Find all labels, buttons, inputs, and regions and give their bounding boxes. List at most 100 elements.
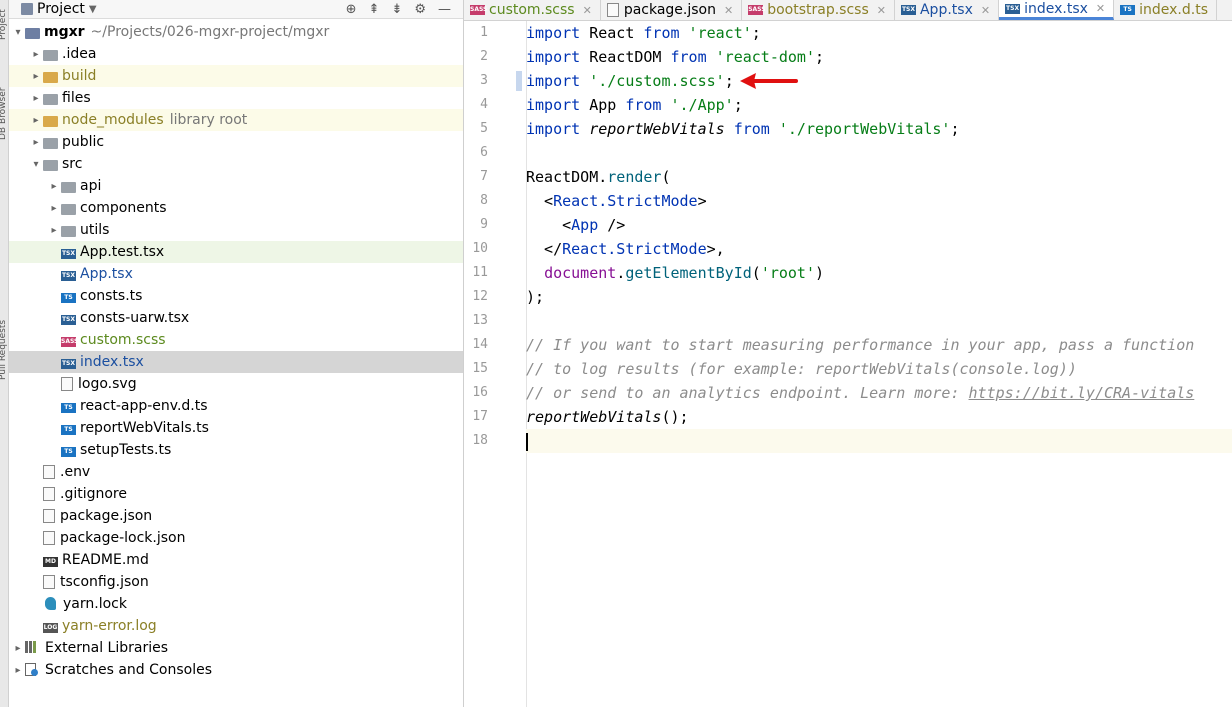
line-number: 3: [480, 73, 488, 88]
code-line-12[interactable]: );: [526, 285, 1232, 309]
code-line-3[interactable]: import './custom.scss';: [526, 69, 1232, 93]
tree-row[interactable]: TSX consts-uarw.tsx: [9, 307, 463, 329]
tree-row[interactable]: TS setupTests.ts: [9, 439, 463, 461]
tree-row[interactable]: ▸ files: [9, 87, 463, 109]
tree-item-label: tsconfig.json: [60, 574, 149, 590]
chevron-right-icon[interactable]: ▸: [47, 225, 61, 236]
code-line-2[interactable]: import ReactDOM from 'react-dom';: [526, 45, 1232, 69]
comment-link[interactable]: https://bit.ly/CRA-vitals: [969, 384, 1195, 402]
gear-icon[interactable]: ⚙: [414, 2, 426, 17]
file-icon: [43, 575, 55, 589]
tree-row[interactable]: SASS custom.scss: [9, 329, 463, 351]
tree-row[interactable]: ▸ build: [9, 65, 463, 87]
tree-row[interactable]: TS reportWebVitals.ts: [9, 417, 463, 439]
chevron-right-icon[interactable]: ▸: [47, 203, 61, 214]
close-icon[interactable]: ✕: [724, 4, 733, 17]
punctuation: />: [598, 216, 626, 234]
editor-tab[interactable]: SASS bootstrap.scss ✕: [742, 0, 895, 20]
tree-row[interactable]: TSX App.tsx: [9, 263, 463, 285]
md-file-icon: MD: [43, 557, 58, 567]
folder-icon: [61, 181, 76, 193]
code-line-18[interactable]: [526, 429, 1232, 453]
locate-icon[interactable]: ⊕: [346, 2, 357, 17]
chevron-right-icon[interactable]: ▸: [29, 49, 43, 60]
tree-row[interactable]: ▸ utils: [9, 219, 463, 241]
code-line-11[interactable]: document.getElementById('root'): [526, 261, 1232, 285]
chevron-right-icon[interactable]: ▸: [29, 115, 43, 126]
close-icon[interactable]: ✕: [1096, 2, 1105, 15]
code-line-6[interactable]: [526, 141, 1232, 165]
ts-file-icon: TS: [61, 425, 76, 435]
close-icon[interactable]: ✕: [981, 4, 990, 17]
code-line-15[interactable]: // to log results (for example: reportWe…: [526, 357, 1232, 381]
tree-row[interactable]: .gitignore: [9, 483, 463, 505]
tree-row[interactable]: package.json: [9, 505, 463, 527]
tree-row[interactable]: ▸ node_modules library root: [9, 109, 463, 131]
tree-row[interactable]: .env: [9, 461, 463, 483]
code-line-14[interactable]: // If you want to start measuring perfor…: [526, 333, 1232, 357]
tree-row[interactable]: TS react-app-env.d.ts: [9, 395, 463, 417]
keyword: import: [526, 24, 581, 42]
tree-item-label: components: [80, 200, 167, 216]
strip-label-project[interactable]: Project: [0, 0, 8, 40]
line-number: 2: [480, 49, 488, 64]
code-line-10[interactable]: </React.StrictMode>,: [526, 237, 1232, 261]
close-icon[interactable]: ✕: [583, 4, 592, 17]
chevron-down-icon[interactable]: ▾: [11, 27, 25, 38]
chevron-right-icon[interactable]: ▸: [29, 71, 43, 82]
tree-row[interactable]: ▸ .idea: [9, 43, 463, 65]
chevron-right-icon[interactable]: ▸: [29, 93, 43, 104]
tree-row[interactable]: TS consts.ts: [9, 285, 463, 307]
code-line-16[interactable]: // or send to an analytics endpoint. Lea…: [526, 381, 1232, 405]
tree-item-label: files: [62, 90, 91, 106]
tree-row[interactable]: ▸ External Libraries: [9, 637, 463, 659]
strip-label-db-browser[interactable]: DB Browser: [0, 80, 8, 140]
expand-all-icon[interactable]: ⇞: [369, 2, 380, 17]
code-line-9[interactable]: <App />: [526, 213, 1232, 237]
tree-row[interactable]: ▸ components: [9, 197, 463, 219]
code-line-5[interactable]: import reportWebVitals from './reportWeb…: [526, 117, 1232, 141]
tree-row[interactable]: ▸ public: [9, 131, 463, 153]
editor-tab[interactable]: package.json ✕: [601, 0, 743, 20]
sass-file-icon: SASS: [748, 5, 766, 15]
tree-row[interactable]: package-lock.json: [9, 527, 463, 549]
hide-icon[interactable]: —: [438, 2, 451, 17]
chevron-right-icon[interactable]: ▸: [29, 137, 43, 148]
string-literal: './App': [661, 96, 734, 114]
tree-row[interactable]: ▸ api: [9, 175, 463, 197]
tree-row[interactable]: ▸ Scratches and Consoles: [9, 659, 463, 681]
chevron-right-icon[interactable]: ▸: [47, 181, 61, 192]
strip-label-pull-requests[interactable]: Pull Requests: [0, 290, 8, 380]
collapse-all-icon[interactable]: ⇟: [391, 2, 402, 17]
code-line-17[interactable]: reportWebVitals();: [526, 405, 1232, 429]
tree-row[interactable]: ▾ mgxr ~/Projects/026-mgxr-project/mgxr: [9, 21, 463, 43]
chevron-down-icon[interactable]: ▾: [29, 159, 43, 170]
project-view-selector[interactable]: Project ▼: [21, 1, 97, 17]
folder-icon: [43, 49, 58, 61]
tree-row[interactable]: TSX index.tsx: [9, 351, 463, 373]
file-icon: [606, 3, 619, 17]
code-line-8[interactable]: <React.StrictMode>: [526, 189, 1232, 213]
tree-row[interactable]: tsconfig.json: [9, 571, 463, 593]
keyword: import: [526, 72, 581, 90]
tree-row[interactable]: ▾ src: [9, 153, 463, 175]
code-line-4[interactable]: import App from './App';: [526, 93, 1232, 117]
code-line-7[interactable]: ReactDOM.render(: [526, 165, 1232, 189]
editor-tab[interactable]: TSX App.tsx ✕: [895, 0, 1000, 20]
editor-tab[interactable]: TSX index.tsx ✕: [999, 0, 1115, 20]
chevron-right-icon[interactable]: ▸: [11, 665, 25, 676]
project-panel-title: Project: [37, 1, 85, 17]
tree-row[interactable]: logo.svg: [9, 373, 463, 395]
editor-tab[interactable]: SASS custom.scss ✕: [464, 0, 601, 20]
tree-row[interactable]: yarn.lock: [9, 593, 463, 615]
tree-row[interactable]: TSX App.test.tsx: [9, 241, 463, 263]
code-line-1[interactable]: import React from 'react';: [526, 21, 1232, 45]
chevron-right-icon[interactable]: ▸: [11, 643, 25, 654]
code-line-13[interactable]: [526, 309, 1232, 333]
editor-tab[interactable]: TS index.d.ts: [1114, 0, 1217, 20]
file-icon: [61, 377, 73, 391]
tree-row[interactable]: MD README.md: [9, 549, 463, 571]
close-icon[interactable]: ✕: [877, 4, 886, 17]
tree-row[interactable]: LOG yarn-error.log: [9, 615, 463, 637]
